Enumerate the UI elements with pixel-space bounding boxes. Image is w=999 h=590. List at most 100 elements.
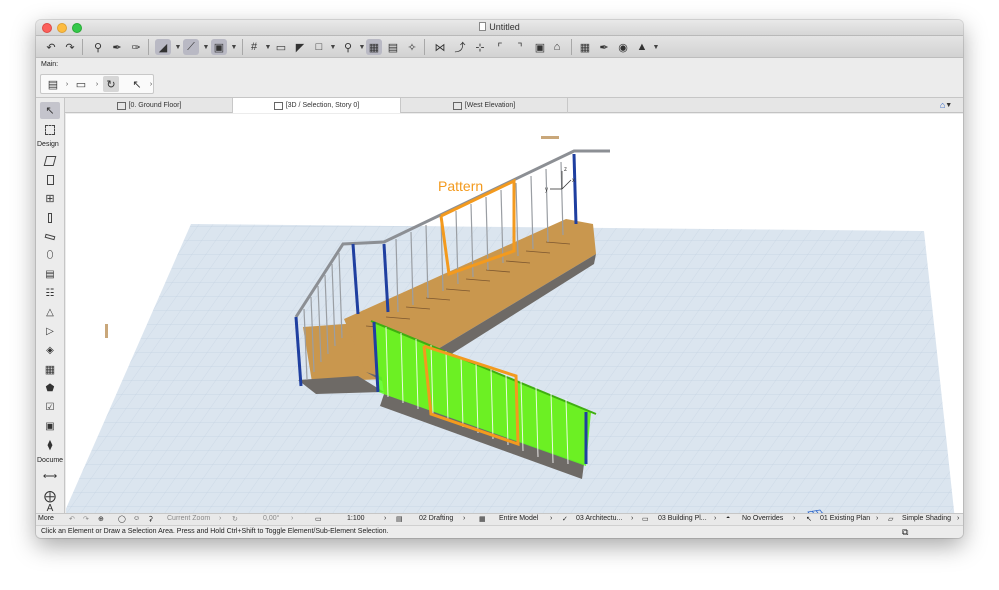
window-tool[interactable]: ⊞ [40, 190, 60, 207]
tab-west-elevation[interactable]: [West Elevation] [401, 98, 568, 113]
3d-model-canvas[interactable]: Pattern z y x [66, 114, 963, 513]
column-tool[interactable] [40, 209, 60, 226]
walk-icon[interactable]: ☺ [133, 515, 140, 522]
current-zoom[interactable]: Current Zoom [167, 515, 210, 522]
graphic-overrides[interactable]: No Overrides [742, 515, 783, 522]
guide-lines-icon[interactable]: ◢ [155, 39, 171, 55]
shading-chevron[interactable]: › [957, 515, 959, 522]
railing-icon: ☷ [45, 288, 55, 299]
info-box: Main: ▤ › ▭ › ↻ ↖ › [36, 58, 963, 98]
more-label[interactable]: More [38, 515, 54, 522]
overrides-chevron[interactable]: › [793, 515, 795, 522]
intersect-icon[interactable]: ⋈ [432, 39, 448, 55]
rotate-icon[interactable]: ↻ [103, 76, 119, 92]
snap-points-icon[interactable]: ▣ [211, 39, 227, 55]
window-stack-icon[interactable]: ⧉ [902, 527, 908, 538]
shading-icon: ▱ [888, 516, 894, 523]
marquee-tool[interactable] [40, 121, 60, 138]
morph-tool[interactable]: ⬟ [40, 380, 60, 397]
shell-tool[interactable]: ▷ [40, 323, 60, 340]
layers-dropdown[interactable]: ▼ [325, 39, 341, 55]
offset-icon[interactable]: ⤴ [452, 39, 468, 55]
orbit-icon[interactable]: ◯ [118, 515, 126, 523]
renovation-filter[interactable]: 01 Existing Plan [820, 515, 870, 522]
angle-chevron[interactable]: › [291, 515, 293, 522]
dimension-tool[interactable]: ⟷ [40, 468, 60, 485]
renovation-icon: ↖ [806, 516, 812, 523]
fit-icon[interactable]: ⚳ [148, 515, 153, 523]
snap-points-dropdown[interactable]: ▼ [226, 39, 242, 55]
arrow-tool-dropdown[interactable]: › [143, 76, 159, 92]
rotation-icon: ↻ [232, 516, 238, 523]
3d-viewport[interactable]: Pattern z y x [66, 114, 963, 513]
shading-mode[interactable]: Simple Shading [902, 515, 951, 522]
dimension-icon[interactable]: ▤ [385, 39, 401, 55]
model-view-chevron[interactable]: › [550, 515, 552, 522]
split-icon[interactable]: ⊹ [472, 39, 488, 55]
pen-set[interactable]: 03 Architectu... [576, 515, 622, 522]
surface-painter-icon[interactable]: ◉ [615, 39, 631, 55]
layer-combination[interactable]: 02 Drafting [419, 515, 453, 522]
pen-set-chevron[interactable]: › [631, 515, 633, 522]
mesh-tool[interactable]: ◈ [40, 342, 60, 359]
tab-3d-selection[interactable]: [3D / Selection, Story 0] [233, 98, 401, 113]
fillet-icon[interactable]: ⌝ [512, 39, 528, 55]
magic-wand-icon[interactable]: ✧ [404, 39, 420, 55]
reference-icon[interactable]: ◤ [292, 39, 308, 55]
zoom-forward-icon[interactable]: ↷ [83, 515, 89, 523]
zoom-back-icon[interactable]: ↶ [69, 515, 75, 523]
model-view-options[interactable]: Entire Model [499, 515, 538, 522]
stair-tool[interactable]: ▤ [40, 266, 60, 283]
level-dimension-icon: ⨁ [44, 488, 56, 503]
renovation-chevron[interactable]: › [876, 515, 878, 522]
navigator-icon[interactable]: ▦ [577, 39, 593, 55]
roof-icon[interactable]: ⌂ [549, 39, 565, 55]
pen-icon[interactable]: ✒ [596, 39, 612, 55]
suspend-groups-icon[interactable]: ▦ [366, 39, 382, 55]
rotation-angle[interactable]: 0,00° [263, 515, 279, 522]
curtain-wall-tool[interactable]: ▦ [40, 361, 60, 378]
shell-icon: ▷ [46, 326, 54, 337]
arrow-tool[interactable]: ↖ [40, 102, 60, 119]
info-box-controls: ▤ › ▭ › ↻ ↖ › [40, 74, 154, 94]
mesh-icon: ◈ [46, 345, 54, 356]
zoom-chevron[interactable]: › [219, 515, 221, 522]
scale-chevron[interactable]: › [384, 515, 386, 522]
find-select-icon[interactable]: ⚲ [90, 39, 106, 55]
terrain-tool[interactable]: ⧫ [40, 437, 60, 454]
dimension-style-icon: ▭ [642, 516, 649, 523]
resize-icon[interactable]: ▣ [532, 39, 548, 55]
zone-icon: ▣ [45, 421, 55, 432]
overrides-icon: ◓ [726, 515, 731, 522]
viewport-left-marker [105, 324, 108, 338]
terrain-icon: ⧫ [47, 440, 53, 451]
dimension-chevron[interactable]: › [714, 515, 716, 522]
zoom-in-icon[interactable]: ⊕ [98, 515, 104, 523]
door-tool[interactable] [40, 171, 60, 188]
axis-gizmo [550, 171, 572, 190]
slab-tool[interactable]: ⬯ [40, 247, 60, 264]
navigator-view-icon[interactable]: ⌂ ▼ [933, 98, 959, 112]
roof-tool[interactable]: △ [40, 304, 60, 321]
beam-tool[interactable] [40, 228, 60, 245]
selection-method-icon[interactable]: ▭ [73, 76, 89, 92]
layer-chevron[interactable]: › [463, 515, 465, 522]
eyedropper-icon[interactable]: ✒ [109, 39, 125, 55]
dimension-style[interactable]: 03 Building Pl... [658, 515, 707, 522]
zone-tool[interactable]: ▣ [40, 418, 60, 435]
railing-tool[interactable]: ☷ [40, 285, 60, 302]
object-tool[interactable]: ☑ [40, 399, 60, 416]
document-icon [479, 22, 487, 31]
snap-guides-icon[interactable]: ⟋ [183, 39, 199, 55]
redo-button[interactable]: ↷ [62, 39, 78, 55]
tab-ground-floor[interactable]: [0. Ground Floor] [66, 98, 233, 113]
adjust-icon[interactable]: ⌜ [492, 39, 508, 55]
tab-label: [West Elevation] [464, 102, 516, 109]
scale-value[interactable]: 1:100 [347, 515, 365, 522]
trace-icon[interactable]: ▭ [273, 39, 289, 55]
syringe-icon[interactable]: ✑ [128, 39, 144, 55]
document-section-label: Docume [37, 457, 64, 464]
wall-tool[interactable] [40, 152, 60, 169]
undo-button[interactable]: ↶ [43, 39, 59, 55]
3d-view-dropdown[interactable]: ▼ [648, 39, 664, 55]
